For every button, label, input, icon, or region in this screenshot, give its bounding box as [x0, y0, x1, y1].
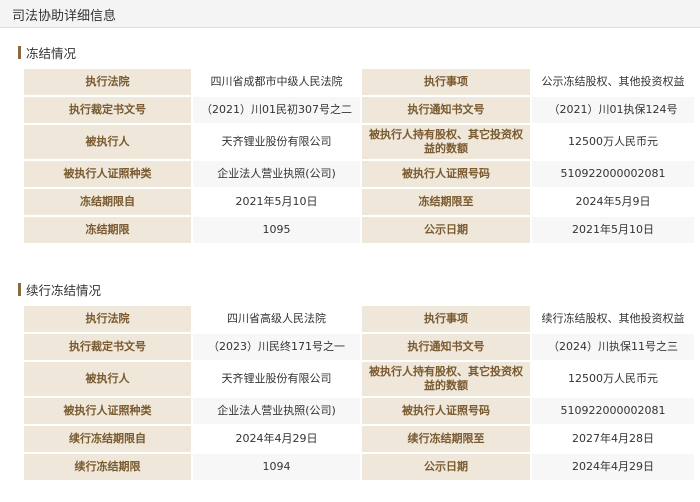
field-value: 1095 [193, 217, 360, 243]
table-row: 续行冻结期限 1094 公示日期 2024年4月29日 [24, 454, 694, 480]
field-label: 被执行人持有股权、其它投资权益的数额 [362, 125, 530, 159]
section-renewal-label: 续行冻结情况 [26, 282, 102, 298]
table-row: 执行裁定书文号 （2021）川01民初307号之二 执行通知书文号 （2021）川01… [24, 97, 694, 123]
field-label: 被执行人证照号码 [362, 398, 530, 424]
field-label: 执行法院 [24, 306, 191, 332]
table-row: 冻结期限自 2021年5月10日 冻结期限至 2024年5月9日 [24, 189, 694, 215]
field-label: 执行事项 [362, 306, 530, 332]
field-value: 天齐锂业股份有限公司 [193, 362, 360, 396]
field-value: 1094 [193, 454, 360, 480]
field-value: 公示冻结股权、其他投资权益 [532, 69, 694, 95]
field-value: 2024年4月29日 [532, 454, 694, 480]
section-freeze-title: 冻结情况 [18, 44, 77, 61]
field-label: 被执行人 [24, 362, 191, 396]
field-label: 执行法院 [24, 69, 191, 95]
field-label: 冻结期限 [24, 217, 191, 243]
field-label: 执行裁定书文号 [24, 97, 191, 123]
field-value: 2024年5月9日 [532, 189, 694, 215]
section-freeze-label: 冻结情况 [26, 45, 77, 61]
field-label: 冻结期限自 [24, 189, 191, 215]
field-value: 510922000002081 [532, 398, 694, 424]
section-marker [18, 282, 21, 296]
table-row: 执行法院 四川省成都市中级人民法院 执行事项 公示冻结股权、其他投资权益 [24, 69, 694, 95]
field-value: 天齐锂业股份有限公司 [193, 125, 360, 159]
field-value: 510922000002081 [532, 161, 694, 187]
field-value: 2027年4月28日 [532, 426, 694, 452]
field-label: 被执行人持有股权、其它投资权益的数额 [362, 362, 530, 396]
table-row: 执行裁定书文号 （2023）川民终171号之一 执行通知书文号 （2024）川执保11… [24, 334, 694, 360]
field-value: 12500万人民币元 [532, 362, 694, 396]
field-label: 执行通知书文号 [362, 334, 530, 360]
field-value: 2021年5月10日 [193, 189, 360, 215]
field-value: 四川省高级人民法院 [193, 306, 360, 332]
field-label: 被执行人证照号码 [362, 161, 530, 187]
field-label: 被执行人证照种类 [24, 398, 191, 424]
field-label: 公示日期 [362, 454, 530, 480]
page-title: 司法协助详细信息 [12, 9, 117, 24]
field-label: 冻结期限至 [362, 189, 530, 215]
field-label: 执行通知书文号 [362, 97, 530, 123]
field-label: 公示日期 [362, 217, 530, 243]
field-value: 企业法人营业执照(公司) [193, 398, 360, 424]
section-marker [18, 45, 21, 59]
field-value: 续行冻结股权、其他投资权益 [532, 306, 694, 332]
field-value: 企业法人营业执照(公司) [193, 161, 360, 187]
freeze-table: 执行法院 四川省成都市中级人民法院 执行事项 公示冻结股权、其他投资权益 执行裁定书文号… [22, 67, 696, 245]
table-row: 冻结期限 1095 公示日期 2021年5月10日 [24, 217, 694, 243]
table-row: 被执行人 天齐锂业股份有限公司 被执行人持有股权、其它投资权益的数额 12500万人民… [24, 125, 694, 159]
field-value: 2021年5月10日 [532, 217, 694, 243]
table-row: 执行法院 四川省高级人民法院 执行事项 续行冻结股权、其他投资权益 [24, 306, 694, 332]
field-value: （2021）川01民初307号之二 [193, 97, 360, 123]
field-label: 续行冻结期限自 [24, 426, 191, 452]
field-value: （2021）川01执保124号 [532, 97, 694, 123]
field-label: 执行事项 [362, 69, 530, 95]
field-value: （2023）川民终171号之一 [193, 334, 360, 360]
field-label: 被执行人证照种类 [24, 161, 191, 187]
field-label: 执行裁定书文号 [24, 334, 191, 360]
field-label: 续行冻结期限至 [362, 426, 530, 452]
field-value: （2024）川执保11号之三 [532, 334, 694, 360]
table-row: 续行冻结期限自 2024年4月29日 续行冻结期限至 2027年4月28日 [24, 426, 694, 452]
field-label: 续行冻结期限 [24, 454, 191, 480]
page-header: 司法协助详细信息 [0, 0, 700, 28]
table-row: 被执行人证照种类 企业法人营业执照(公司) 被执行人证照号码 510922000002… [24, 161, 694, 187]
table-row: 被执行人 天齐锂业股份有限公司 被执行人持有股权、其它投资权益的数额 12500万人民… [24, 362, 694, 396]
field-value: 12500万人民币元 [532, 125, 694, 159]
field-value: 2024年4月29日 [193, 426, 360, 452]
section-renewal-title: 续行冻结情况 [18, 281, 102, 298]
field-value: 四川省成都市中级人民法院 [193, 69, 360, 95]
table-row: 被执行人证照种类 企业法人营业执照(公司) 被执行人证照号码 510922000002… [24, 398, 694, 424]
renewal-table: 执行法院 四川省高级人民法院 执行事项 续行冻结股权、其他投资权益 执行裁定书文号 （20… [22, 304, 696, 482]
field-label: 被执行人 [24, 125, 191, 159]
